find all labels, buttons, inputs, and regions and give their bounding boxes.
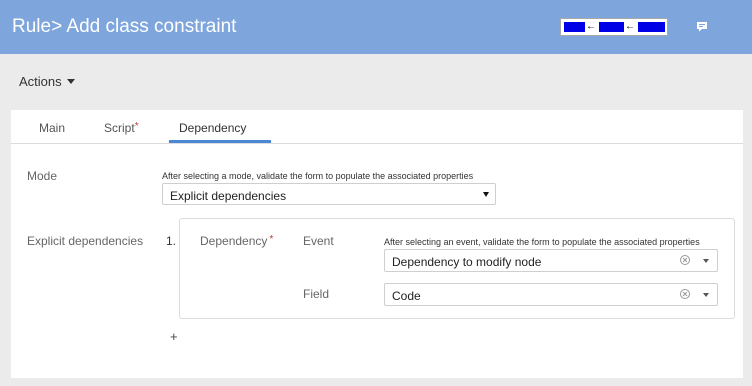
mode-label: Mode bbox=[27, 169, 58, 183]
mode-select-value: Explicit dependencies bbox=[170, 189, 287, 203]
caret-down-icon bbox=[703, 293, 709, 297]
dependency-label: Dependency * bbox=[200, 234, 273, 248]
event-select[interactable]: Dependency to modify node bbox=[384, 249, 718, 272]
event-label: Event bbox=[303, 234, 334, 248]
tab-label: Main bbox=[39, 121, 66, 135]
tab-script[interactable]: Script* bbox=[104, 121, 139, 135]
workflow-node bbox=[564, 22, 585, 32]
form-panel: Main Script* Dependency Mode After selec… bbox=[11, 110, 743, 378]
required-mark: * bbox=[134, 121, 139, 132]
tab-bar: Main Script* Dependency bbox=[11, 110, 743, 144]
required-mark: * bbox=[269, 234, 274, 245]
event-select-value: Dependency to modify node bbox=[392, 255, 542, 269]
field-select[interactable]: Code bbox=[384, 283, 718, 306]
caret-down-icon bbox=[483, 192, 489, 197]
workflow-arrow-icon: ← bbox=[625, 21, 635, 32]
dependency-item: Dependency * Event After selecting an eve… bbox=[179, 218, 735, 319]
workflow-node bbox=[599, 22, 624, 32]
clear-icon[interactable] bbox=[679, 288, 691, 300]
tab-label: Script bbox=[104, 121, 135, 135]
actions-menu-button[interactable]: Actions bbox=[19, 74, 75, 89]
mode-help-text: After selecting a mode, validate the for… bbox=[162, 171, 474, 181]
actions-label: Actions bbox=[19, 74, 62, 89]
explicit-dependencies-label: Explicit dependencies bbox=[27, 234, 144, 248]
field-label: Field bbox=[303, 287, 330, 301]
tab-main[interactable]: Main bbox=[39, 121, 65, 135]
caret-down-icon bbox=[703, 259, 709, 263]
dependency-index: 1. bbox=[166, 234, 177, 248]
event-help-text: After selecting an event, validate the f… bbox=[384, 237, 700, 247]
dependency-label-text: Dependency bbox=[200, 234, 268, 248]
caret-down-icon bbox=[66, 79, 75, 84]
page-title: Rule> Add class constraint bbox=[12, 16, 237, 37]
comment-icon[interactable] bbox=[696, 21, 708, 32]
active-tab-indicator bbox=[169, 140, 271, 143]
clear-icon[interactable] bbox=[679, 254, 691, 266]
workflow-arrow-icon: ← bbox=[586, 21, 596, 32]
header-bar: Rule> Add class constraint ← ← bbox=[0, 0, 752, 54]
mode-select[interactable]: Explicit dependencies bbox=[162, 183, 496, 205]
workflow-diagram[interactable]: ← ← bbox=[560, 18, 668, 36]
workflow-node bbox=[638, 22, 665, 32]
field-select-value: Code bbox=[392, 289, 421, 303]
tab-dependency[interactable]: Dependency bbox=[179, 121, 246, 135]
tab-label: Dependency bbox=[179, 121, 247, 135]
add-dependency-button[interactable]: + bbox=[170, 329, 178, 344]
